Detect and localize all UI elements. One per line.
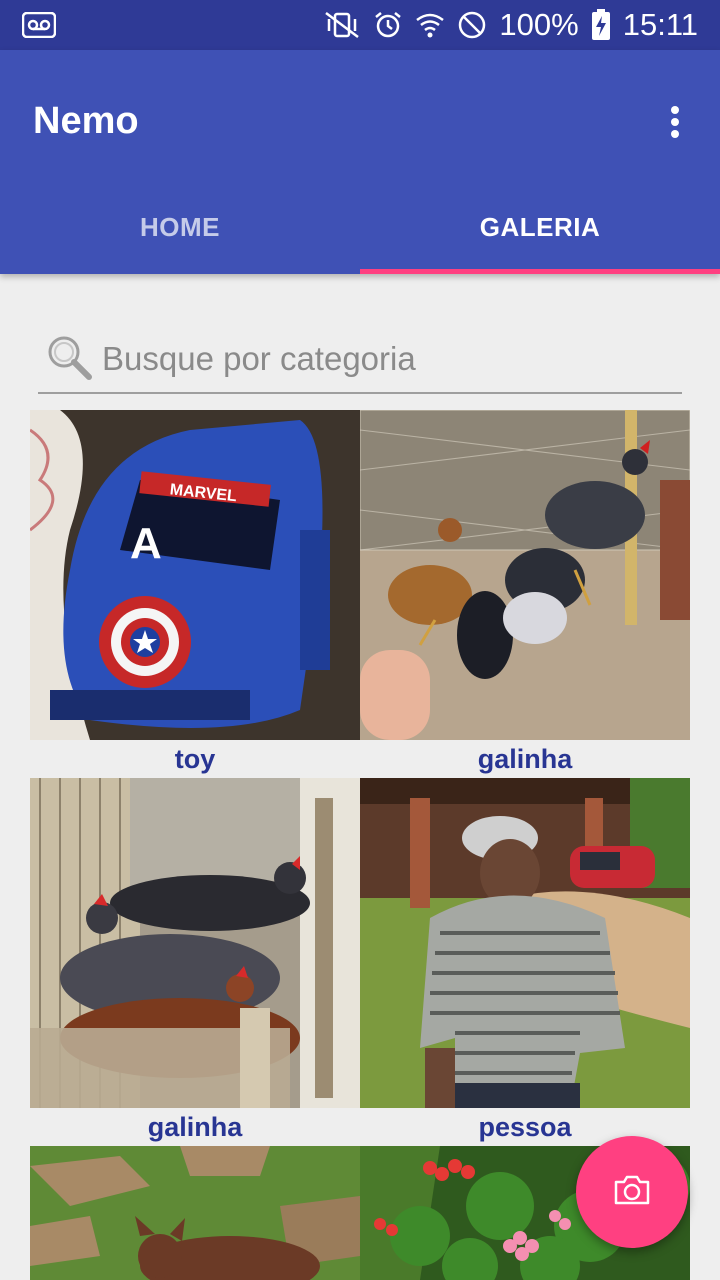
gallery-item[interactable]: MARVEL A toy (30, 410, 360, 778)
status-bar: 100% 15:11 (0, 0, 720, 50)
gallery-item[interactable]: galinha (360, 410, 690, 778)
gallery-item[interactable] (30, 1146, 360, 1280)
wifi-icon (415, 10, 445, 40)
do-not-disturb-icon (457, 10, 487, 40)
camera-icon (613, 1174, 651, 1211)
search-bar (38, 326, 682, 394)
voicemail-icon (22, 12, 56, 38)
gallery-item-label: toy (174, 743, 216, 774)
gallery-item[interactable]: galinha (30, 778, 360, 1146)
battery-text: 100% (499, 7, 579, 42)
svg-text:A: A (130, 519, 162, 568)
clock: 15:11 (622, 7, 698, 42)
app-title: Nemo (33, 100, 139, 142)
tab-bar: HOME GALERIA (0, 180, 720, 274)
person-photo[interactable] (360, 778, 690, 1108)
app-bar: Nemo HOME GALERIA (0, 50, 720, 274)
gallery-item-label: galinha (477, 743, 573, 774)
gallery-item-label: galinha (147, 1111, 243, 1142)
chickens-photo[interactable] (360, 410, 690, 740)
gallery-item[interactable]: pessoa (360, 778, 690, 1146)
alarm-icon (373, 10, 403, 40)
hens-nest-photo[interactable] (30, 778, 360, 1108)
tab-home[interactable]: HOME (0, 180, 360, 274)
overflow-menu-icon[interactable] (660, 102, 690, 142)
dog-photo[interactable] (30, 1146, 360, 1280)
battery-charging-icon (591, 9, 611, 41)
camera-fab-button[interactable] (576, 1136, 688, 1248)
search-icon (44, 332, 94, 382)
search-input[interactable] (102, 334, 672, 384)
tab-galeria[interactable]: GALERIA (360, 180, 720, 274)
vibrate-mute-icon (323, 10, 361, 40)
toy-car-photo[interactable]: MARVEL A (30, 410, 360, 740)
